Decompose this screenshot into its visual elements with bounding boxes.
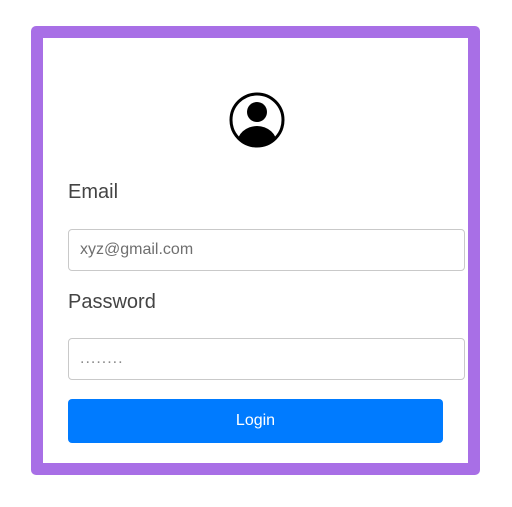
email-label: Email — [68, 181, 119, 203]
login-button[interactable]: Login — [68, 399, 443, 443]
user-avatar-icon — [227, 90, 287, 150]
password-label: Password — [68, 291, 156, 313]
password-input[interactable] — [68, 338, 465, 380]
login-card: Email Password Login — [31, 26, 480, 475]
email-input[interactable] — [68, 229, 465, 271]
